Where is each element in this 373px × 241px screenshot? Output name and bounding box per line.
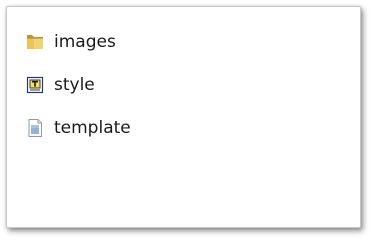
file-list-panel: images style template <box>6 6 361 228</box>
file-name: style <box>54 75 95 95</box>
file-item-style[interactable]: style <box>25 74 131 96</box>
file-item-template[interactable]: template <box>25 117 131 139</box>
file-item-images[interactable]: images <box>25 31 131 53</box>
text-document-icon <box>25 75 45 95</box>
file-list: images style template <box>25 31 131 139</box>
folder-icon <box>25 32 45 52</box>
file-name: images <box>54 32 116 52</box>
file-name: template <box>54 118 131 138</box>
generic-file-icon <box>25 118 45 138</box>
